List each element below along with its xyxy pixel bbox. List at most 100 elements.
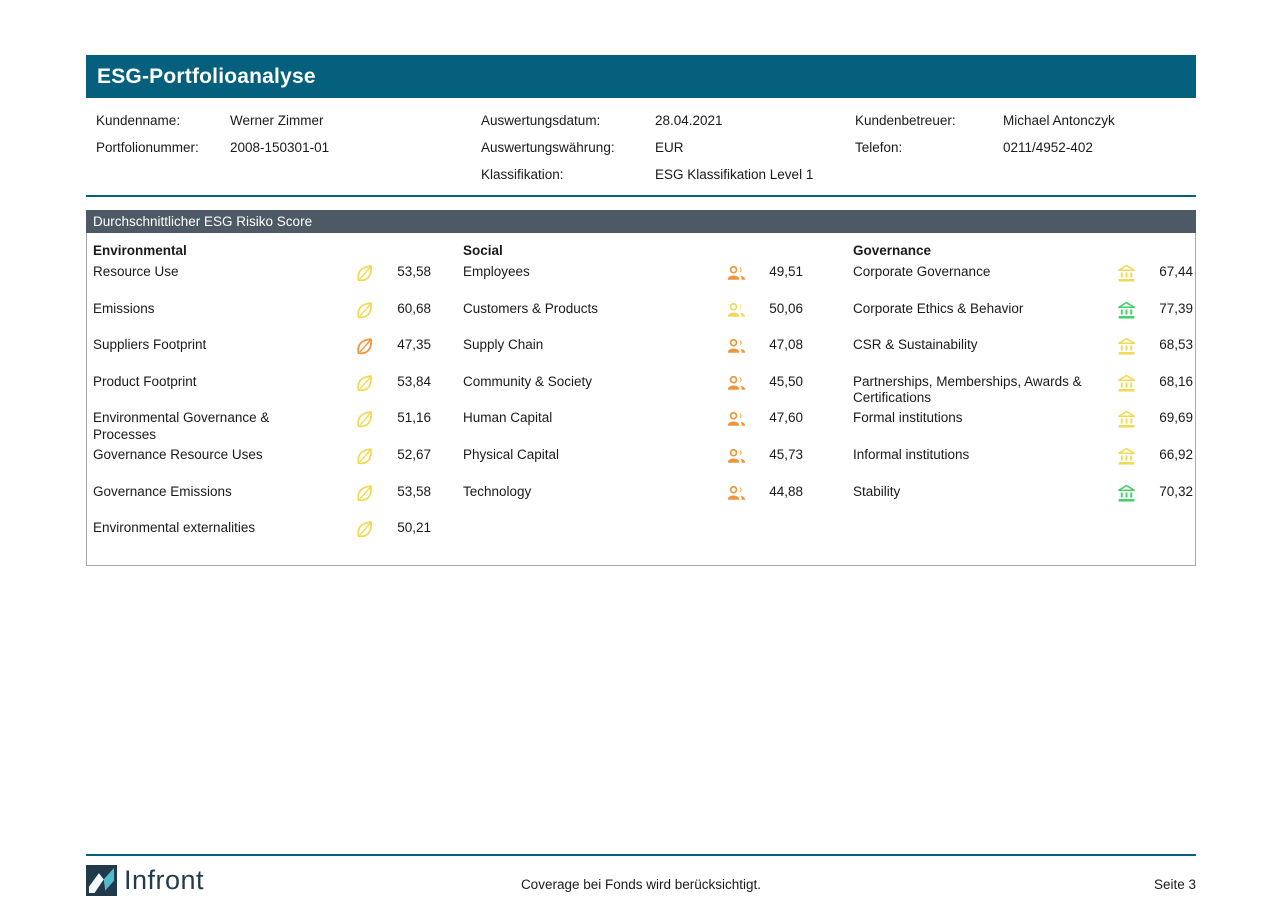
info-value-auswertungswaehrung: EUR	[655, 140, 855, 155]
row-value: 45,50	[753, 373, 803, 391]
table-row: Emissions 60,68	[93, 300, 431, 337]
people-icon	[726, 483, 747, 504]
row-value: 45,73	[753, 446, 803, 464]
table-row: Governance Resource Uses 52,67	[93, 446, 431, 483]
leaf-icon	[354, 263, 375, 284]
row-label: Corporate Ethics & Behavior	[853, 300, 1087, 318]
bank-icon	[1116, 336, 1137, 357]
leaf-icon	[354, 336, 375, 357]
table-row: Suppliers Footprint 47,35	[93, 336, 431, 373]
row-label: Governance Emissions	[93, 483, 327, 501]
table-row: Governance Emissions 53,58	[93, 483, 431, 520]
row-value: 68,16	[1143, 373, 1193, 391]
info-label-portfolionummer: Portfolionummer:	[96, 140, 230, 155]
row-label: Employees	[463, 263, 697, 281]
row-value: 69,69	[1143, 409, 1193, 427]
table-row: Customers & Products 50,06	[463, 300, 803, 337]
table-row: Stability 70,32	[853, 483, 1193, 520]
people-icon	[726, 336, 747, 357]
row-label: Formal institutions	[853, 409, 1087, 427]
leaf-icon	[354, 373, 375, 394]
esg-score-section: Durchschnittlicher ESG Risiko Score Envi…	[86, 210, 1196, 566]
row-value: 70,32	[1143, 483, 1193, 501]
leaf-icon	[354, 300, 375, 321]
row-label: Community & Society	[463, 373, 697, 391]
column-header: Environmental	[93, 237, 431, 263]
table-row: Supply Chain 47,08	[463, 336, 803, 373]
row-label: Suppliers Footprint	[93, 336, 327, 354]
people-icon	[726, 409, 747, 430]
row-value: 68,53	[1143, 336, 1193, 354]
table-row: Technology 44,88	[463, 483, 803, 520]
table-row: Partnerships, Memberships, Awards & Cert…	[853, 373, 1193, 410]
info-label-kundenname: Kundenname:	[96, 113, 230, 128]
column-entries: Employees 49,51 Customers & Products 50,…	[463, 263, 803, 519]
page-title: ESG-Portfolioanalyse	[97, 65, 316, 89]
row-value: 77,39	[1143, 300, 1193, 318]
row-value: 66,92	[1143, 446, 1193, 464]
info-label-auswertungswaehrung: Auswertungswährung:	[481, 140, 655, 155]
row-value: 47,08	[753, 336, 803, 354]
column-social: Social Employees 49,51 Customers & Produ…	[457, 237, 847, 565]
section-header: Durchschnittlicher ESG Risiko Score	[86, 210, 1196, 233]
table-row: Resource Use 53,58	[93, 263, 431, 300]
table-row: Product Footprint 53,84	[93, 373, 431, 410]
score-table: Environmental Resource Use 53,58 Emissio…	[86, 233, 1196, 566]
leaf-icon	[354, 446, 375, 467]
row-value: 50,06	[753, 300, 803, 318]
row-label: Resource Use	[93, 263, 327, 281]
row-value: 47,60	[753, 409, 803, 427]
row-value: 49,51	[753, 263, 803, 281]
column-entries: Corporate Governance 67,44 Corporate Eth…	[853, 263, 1193, 519]
people-icon	[726, 263, 747, 284]
table-row: Formal institutions 69,69	[853, 409, 1193, 446]
row-value: 53,58	[381, 263, 431, 281]
row-value: 44,88	[753, 483, 803, 501]
client-info: Kundenname: Werner Zimmer Auswertungsdat…	[86, 98, 1196, 188]
row-value: 53,58	[381, 483, 431, 501]
bank-icon	[1116, 373, 1137, 394]
table-row: CSR & Sustainability 68,53	[853, 336, 1193, 373]
row-label: Governance Resource Uses	[93, 446, 327, 464]
bank-icon	[1116, 300, 1137, 321]
row-label: Customers & Products	[463, 300, 697, 318]
table-row: Environmental externalities 50,21	[93, 519, 431, 556]
info-label-auswertungsdatum: Auswertungsdatum:	[481, 113, 655, 128]
row-value: 53,84	[381, 373, 431, 391]
report-page: ESG-Portfolioanalyse Kundenname: Werner …	[86, 55, 1196, 921]
people-icon	[726, 373, 747, 394]
row-label: Environmental Governance & Processes	[93, 409, 327, 443]
row-label: Physical Capital	[463, 446, 697, 464]
row-label: Supply Chain	[463, 336, 697, 354]
bank-icon	[1116, 483, 1137, 504]
row-label: Partnerships, Memberships, Awards & Cert…	[853, 373, 1087, 407]
people-icon	[726, 446, 747, 467]
info-value-auswertungsdatum: 28.04.2021	[655, 113, 855, 128]
leaf-icon	[354, 409, 375, 430]
info-label-telefon: Telefon:	[855, 140, 1003, 155]
info-value-klassifikation: ESG Klassifikation Level 1	[655, 167, 855, 182]
row-value: 47,35	[381, 336, 431, 354]
column-header: Social	[463, 237, 803, 263]
section-title: Durchschnittlicher ESG Risiko Score	[93, 214, 312, 229]
row-value: 51,16	[381, 409, 431, 427]
table-row: Environmental Governance & Processes 51,…	[93, 409, 431, 446]
row-label: Stability	[853, 483, 1087, 501]
divider-rule	[86, 195, 1196, 197]
column-environmental: Environmental Resource Use 53,58 Emissio…	[87, 237, 457, 565]
column-entries: Resource Use 53,58 Emissions 60,68 Suppl…	[93, 263, 431, 556]
info-value-kundenname: Werner Zimmer	[230, 113, 481, 128]
leaf-icon	[354, 519, 375, 540]
info-label-klassifikation: Klassifikation:	[481, 167, 655, 182]
row-value: 52,67	[381, 446, 431, 464]
row-label: Informal institutions	[853, 446, 1087, 464]
row-value: 60,68	[381, 300, 431, 318]
report-title-bar: ESG-Portfolioanalyse	[86, 55, 1196, 98]
table-row: Human Capital 47,60	[463, 409, 803, 446]
table-row: Community & Society 45,50	[463, 373, 803, 410]
page-footer: Infront Coverage bei Fonds wird berücksi…	[86, 854, 1196, 896]
people-icon	[726, 300, 747, 321]
table-row: Corporate Ethics & Behavior 77,39	[853, 300, 1193, 337]
footer-note: Coverage bei Fonds wird berücksichtigt.	[521, 877, 761, 892]
bank-icon	[1116, 446, 1137, 467]
